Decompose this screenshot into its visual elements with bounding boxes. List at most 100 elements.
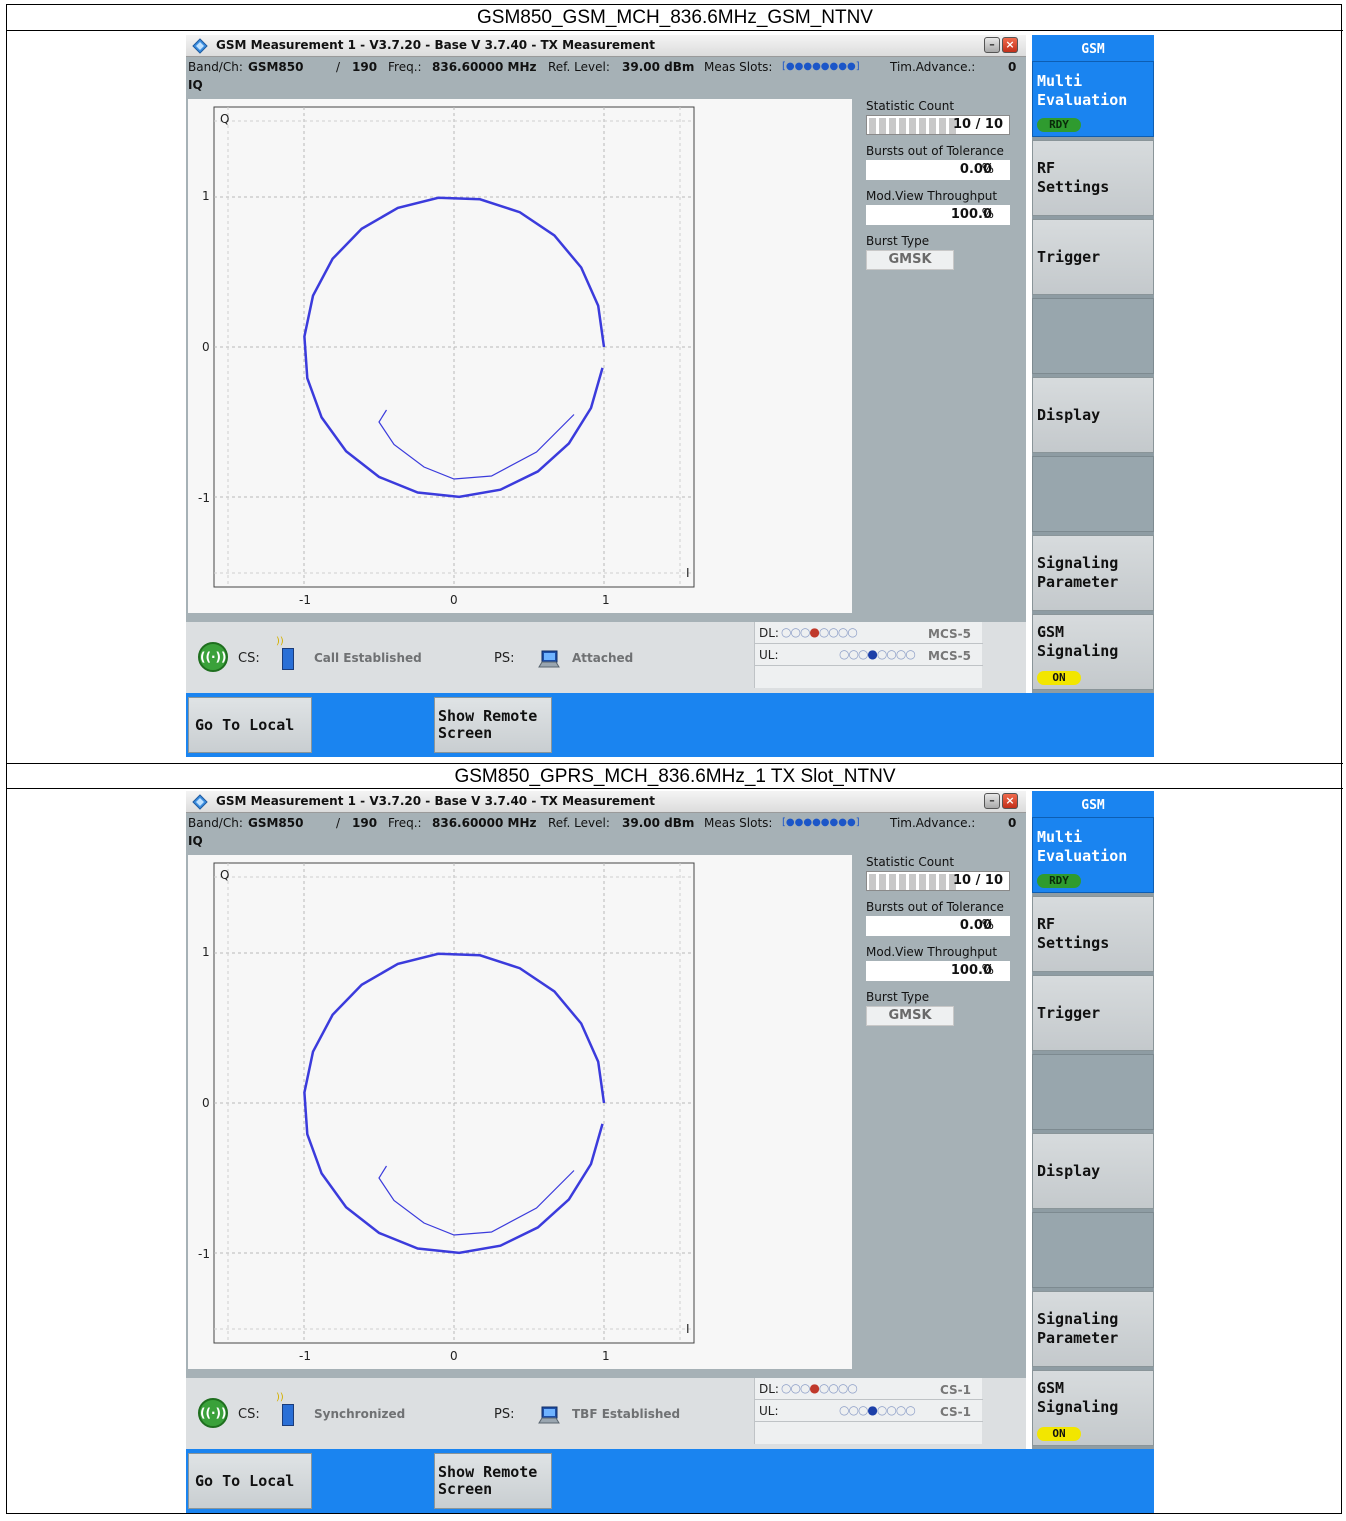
- dl-coding: CS-1: [939, 1383, 971, 1397]
- iq-diagram: Q I 1 0 -1 -1 0 1: [188, 99, 852, 613]
- show-remote-screen-label: Show Remote Screen: [438, 1463, 538, 1498]
- softkey-gsm-signaling[interactable]: GSM Signaling ON: [1032, 614, 1154, 690]
- cs-label: CS:: [238, 651, 260, 666]
- bursts-value-box: 0.00%: [866, 160, 1010, 180]
- ref-level-label: Ref. Level:: [548, 60, 610, 74]
- iq-plot-svg: Q I 1 0 -1 -1 0 1: [198, 106, 695, 607]
- meas-slots-label: Meas Slots:: [704, 816, 773, 830]
- ready-badge: RDY: [1037, 874, 1081, 888]
- ps-state: TBF Established: [572, 1407, 681, 1421]
- show-remote-screen-button[interactable]: Show Remote Screen: [434, 697, 552, 753]
- cmw-screenshot: GSM Measurement 1 - V3.7.20 - Base V 3.7…: [186, 791, 1154, 1521]
- x-tick-label: 0: [450, 593, 458, 607]
- info-bar: Band/Ch: GSM850 / 190 Freq.: 836.60000 M…: [186, 814, 1026, 832]
- signaling-status-bar: ((·)) CS: )) Synchronized PS: TBF Establ…: [186, 1378, 1026, 1449]
- ul-label: UL:: [759, 648, 779, 662]
- softkey-multi-evaluation[interactable]: Multi Evaluation RDY: [1032, 817, 1154, 893]
- close-icon[interactable]: ×: [1002, 37, 1018, 53]
- softkey-label: GSM Signaling: [1037, 623, 1119, 660]
- dl-row: DL: ○○○●○○○○ CS-1: [755, 1378, 983, 1400]
- x-tick-label: 1: [602, 1349, 610, 1363]
- softkey-rf-settings[interactable]: RF Settings: [1032, 140, 1154, 216]
- dl-slot-dots: ○○○●○○○○: [781, 1381, 858, 1395]
- throughput-value-box: 100.0%: [866, 205, 1010, 225]
- softkey-empty: [1032, 298, 1154, 374]
- info-bar: Band/Ch: GSM850 / 190 Freq.: 836.60000 M…: [186, 58, 1026, 76]
- ul-slot-dots: ○○○●○○○○: [839, 647, 916, 661]
- ref-level-label: Ref. Level:: [548, 816, 610, 830]
- softkey-trigger[interactable]: Trigger: [1032, 975, 1154, 1051]
- softkey-label: Display: [1037, 1162, 1101, 1180]
- show-remote-screen-button[interactable]: Show Remote Screen: [434, 1453, 552, 1509]
- bursts-value-box: 0.00%: [866, 916, 1010, 936]
- bursts-unit: %: [981, 918, 994, 933]
- timing-advance-label: Tim.Advance.:: [890, 60, 976, 74]
- statistic-count-value: 10 / 10: [953, 117, 1003, 132]
- softkey-multi-evaluation[interactable]: Multi Evaluation RDY: [1032, 61, 1154, 137]
- measurement-window: GSM Measurement 1 - V3.7.20 - Base V 3.7…: [186, 791, 1026, 1449]
- softkey-rf-settings[interactable]: RF Settings: [1032, 896, 1154, 972]
- x-tick-label: -1: [299, 593, 311, 607]
- statistic-count-bar: 10 / 10: [866, 115, 1010, 135]
- on-badge: ON: [1037, 1427, 1081, 1441]
- softkey-label: Signaling Parameter: [1037, 554, 1119, 591]
- statistic-count-label: Statistic Count: [866, 855, 955, 869]
- i-axis-label: I: [686, 1322, 690, 1336]
- meas-slots-indicator: [●●●●●●●●]: [782, 61, 860, 72]
- phone-icon: [282, 1404, 294, 1426]
- softkey-gsm-signaling[interactable]: GSM Signaling ON: [1032, 1370, 1154, 1446]
- softkey-label: Multi Evaluation: [1037, 72, 1128, 109]
- antenna-icon: ((·)): [198, 642, 228, 672]
- y-tick-label: 0: [202, 340, 210, 354]
- cs-state: Synchronized: [314, 1407, 406, 1421]
- softkey-display[interactable]: Display: [1032, 1133, 1154, 1209]
- ps-label: PS:: [494, 1407, 515, 1422]
- band-value: GSM850: [248, 60, 304, 74]
- freq-value: 836.60000 MHz: [432, 60, 537, 74]
- softkey-empty: [1032, 1212, 1154, 1288]
- softkey-trigger[interactable]: Trigger: [1032, 219, 1154, 295]
- dl-ul-panel: DL: ○○○●○○○○ CS-1 UL: ○○○●○○○○ CS-1: [754, 1378, 983, 1444]
- title-bar[interactable]: GSM Measurement 1 - V3.7.20 - Base V 3.7…: [186, 35, 1026, 57]
- freq-label: Freq.:: [388, 60, 422, 74]
- title-bar[interactable]: GSM Measurement 1 - V3.7.20 - Base V 3.7…: [186, 791, 1026, 813]
- statistic-count-label: Statistic Count: [866, 99, 955, 113]
- i-axis-label: I: [686, 566, 690, 580]
- softkey-label: Multi Evaluation: [1037, 828, 1128, 865]
- channel-value: 190: [352, 816, 378, 830]
- softkey-signaling-parameter[interactable]: Signaling Parameter: [1032, 1291, 1154, 1367]
- statistic-count-progress: [869, 874, 959, 890]
- phone-icon: [282, 648, 294, 670]
- dl-ul-panel: DL: ○○○●○○○○ MCS-5 UL: ○○○●○○○○ MCS-5: [754, 622, 983, 688]
- softkey-label: GSM Signaling: [1037, 1379, 1119, 1416]
- minimize-icon[interactable]: –: [984, 37, 1000, 53]
- go-to-local-button[interactable]: Go To Local: [188, 1453, 312, 1509]
- freq-value: 836.60000 MHz: [432, 816, 537, 830]
- cs-label: CS:: [238, 1407, 260, 1422]
- softkey-display[interactable]: Display: [1032, 377, 1154, 453]
- bottom-softkey-bar: Go To Local Show Remote Screen: [186, 693, 1154, 757]
- band-value: GSM850: [248, 816, 304, 830]
- timing-advance-label: Tim.Advance.:: [890, 816, 976, 830]
- minimize-icon[interactable]: –: [984, 793, 1000, 809]
- x-tick-label: 1: [602, 593, 610, 607]
- bursts-unit: %: [981, 162, 994, 177]
- window-title: GSM Measurement 1 - V3.7.20 - Base V 3.7…: [216, 794, 655, 808]
- laptop-icon: [538, 1406, 560, 1424]
- view-label: IQ: [188, 78, 203, 92]
- band-label: Band/Ch:: [188, 816, 243, 830]
- throughput-value-box: 100.0%: [866, 961, 1010, 981]
- softkey-empty: [1032, 1054, 1154, 1130]
- go-to-local-button[interactable]: Go To Local: [188, 697, 312, 753]
- band-label: Band/Ch:: [188, 60, 243, 74]
- bursts-label: Bursts out of Tolerance: [866, 900, 1004, 914]
- bursts-label: Bursts out of Tolerance: [866, 144, 1004, 158]
- softkey-empty: [1032, 456, 1154, 532]
- softkey-sidebar: GSM Multi Evaluation RDY RF Settings Tri…: [1032, 791, 1154, 1449]
- softkey-signaling-parameter[interactable]: Signaling Parameter: [1032, 535, 1154, 611]
- iq-plot-svg: Q I 1 0 -1 -1 0 1: [198, 862, 695, 1363]
- y-tick-label: -1: [198, 1247, 210, 1261]
- x-tick-label: -1: [299, 1349, 311, 1363]
- close-icon[interactable]: ×: [1002, 793, 1018, 809]
- q-axis-label: Q: [220, 112, 229, 126]
